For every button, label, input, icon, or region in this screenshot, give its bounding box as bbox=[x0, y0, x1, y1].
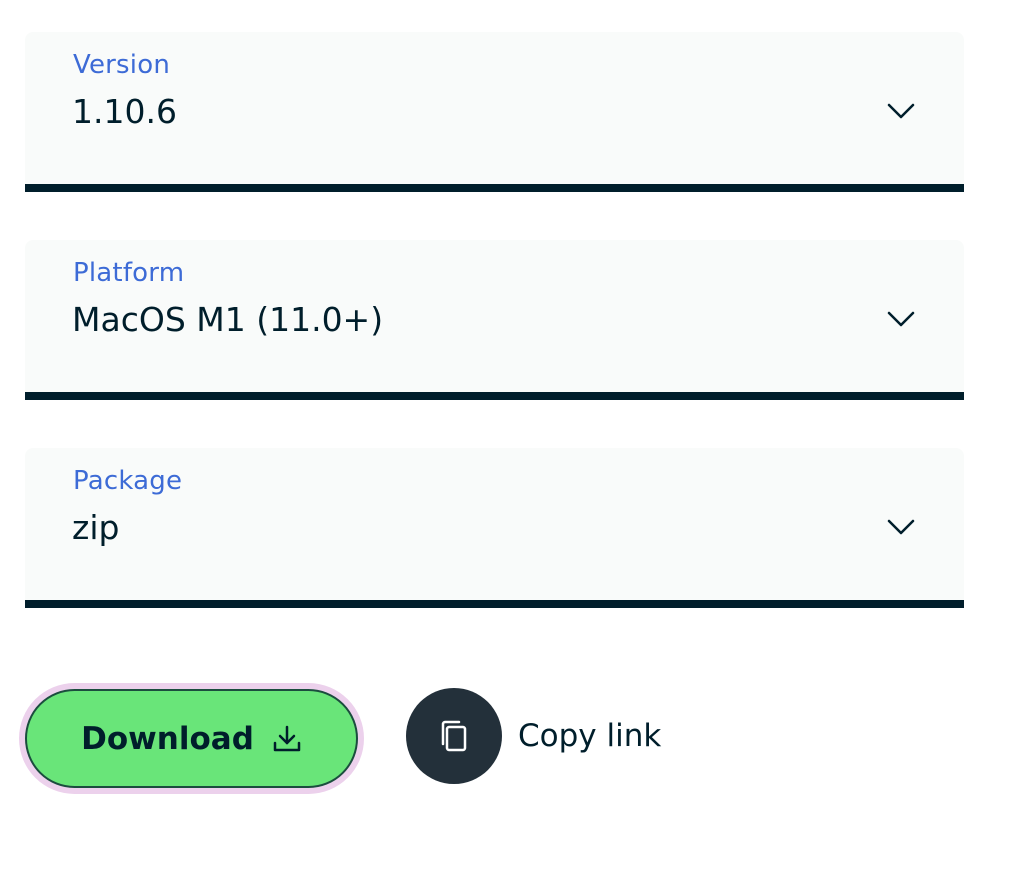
download-button-label: Download bbox=[81, 720, 254, 757]
copy-link-button[interactable]: Copy link bbox=[406, 688, 661, 784]
version-select[interactable]: Version 1.10.6 bbox=[25, 32, 964, 192]
download-button[interactable]: Download bbox=[25, 689, 358, 788]
version-label: Version bbox=[73, 50, 171, 80]
platform-select[interactable]: Platform MacOS M1 (11.0+) bbox=[25, 240, 964, 400]
package-select[interactable]: Package zip bbox=[25, 448, 964, 608]
copy-icon bbox=[441, 720, 467, 752]
chevron-down-icon[interactable] bbox=[887, 310, 915, 328]
platform-value: MacOS M1 (11.0+) bbox=[72, 300, 384, 339]
download-icon bbox=[273, 725, 301, 751]
platform-label: Platform bbox=[73, 258, 185, 288]
package-value: zip bbox=[72, 508, 120, 547]
copy-link-circle[interactable] bbox=[406, 688, 502, 784]
copy-link-label[interactable]: Copy link bbox=[518, 718, 661, 754]
version-value: 1.10.6 bbox=[72, 92, 177, 131]
chevron-down-icon[interactable] bbox=[887, 518, 915, 536]
chevron-down-icon[interactable] bbox=[887, 102, 915, 120]
package-label: Package bbox=[73, 466, 183, 496]
